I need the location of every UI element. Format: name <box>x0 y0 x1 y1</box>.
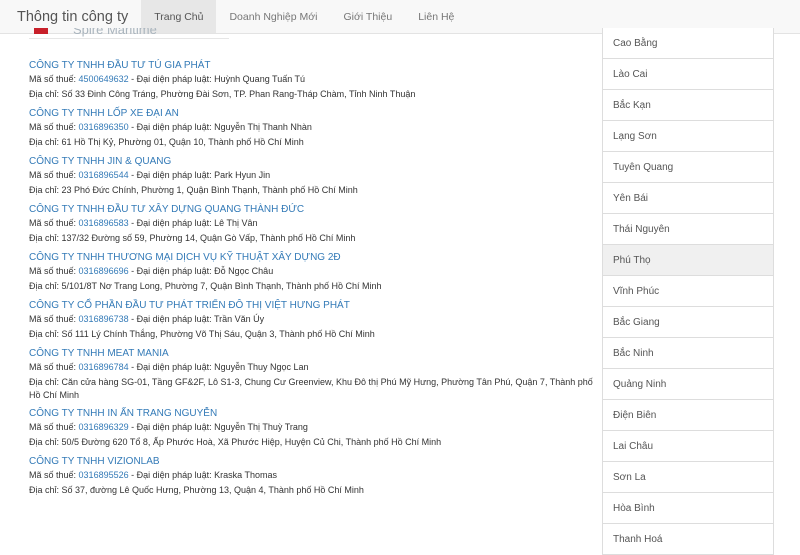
logo-mark <box>34 28 48 34</box>
tax-label: Mã số thuế: <box>29 314 77 324</box>
province-item[interactable]: Thái Nguyên <box>603 214 773 245</box>
province-item[interactable]: Điện Biên <box>603 400 773 431</box>
company-name-link[interactable]: CÔNG TY TNHH VIZIONLAB <box>29 455 594 468</box>
company-tax-line: Mã số thuế: 0316896784 - Đại diện pháp l… <box>29 360 594 375</box>
legal-representative: - Đại diện pháp luật: Trần Văn Úy <box>128 314 265 324</box>
company-name-link[interactable]: CÔNG TY TNHH IN ẤN TRANG NGUYỄN <box>29 407 594 420</box>
company-list: CÔNG TY TNHH ĐẦU TƯ TÚ GIA PHÁT Mã số thu… <box>29 59 594 503</box>
tax-label: Mã số thuế: <box>29 266 77 276</box>
tax-label: Mã số thuế: <box>29 218 77 228</box>
company-tax-line: Mã số thuế: 4500649632 - Đại diện pháp l… <box>29 72 594 87</box>
legal-representative: - Đại diện pháp luật: Kraska Thomas <box>128 470 278 480</box>
province-item[interactable]: Vĩnh Phúc <box>603 276 773 307</box>
company-name-link[interactable]: CÔNG TY TNHH ĐẦU TƯ TÚ GIA PHÁT <box>29 59 594 72</box>
nav-new-companies[interactable]: Doanh Nghiệp Mới <box>216 0 330 33</box>
province-item[interactable]: Lạng Sơn <box>603 121 773 152</box>
logo-text: Spire Maritime <box>73 28 157 37</box>
province-item[interactable]: Thanh Hoá <box>603 524 773 555</box>
company-address: Địa chỉ: 5/101/8T Nơ Trang Long, Phường … <box>29 281 382 291</box>
company-item: CÔNG TY TNHH THƯƠNG MẠI DỊCH VỤ KỸ THUẬT… <box>29 251 594 299</box>
legal-representative: - Đại diện pháp luật: Park Hyun Jin <box>128 170 271 180</box>
company-address: Địa chỉ: 23 Phó Đức Chính, Phường 1, Quậ… <box>29 185 358 195</box>
legal-representative: - Đại diện pháp luật: Lê Thị Vân <box>128 218 258 228</box>
company-address: Địa chỉ: Số 37, đường Lê Quốc Hưng, Phườ… <box>29 485 364 495</box>
tax-label: Mã số thuế: <box>29 170 77 180</box>
tax-code-link[interactable]: 0316896696 <box>79 266 129 276</box>
company-item: CÔNG TY TNHH ĐẦU TƯ TÚ GIA PHÁT Mã số thu… <box>29 59 594 107</box>
company-tax-line: Mã số thuế: 0316896350 - Đại diện pháp l… <box>29 120 594 135</box>
province-item[interactable]: Tuyên Quang <box>603 152 773 183</box>
company-address: Địa chỉ: Số 33 Đinh Công Tráng, Phường Đ… <box>29 89 416 99</box>
company-item: CÔNG TY TNHH MEAT MANIA Mã số thuế: 03168… <box>29 347 594 407</box>
company-name-link[interactable]: CÔNG TY TNHH ĐẦU TƯ XÂY DỰNG QUANG THÀNH… <box>29 203 594 216</box>
nav-contact[interactable]: Liên Hệ <box>405 0 467 33</box>
province-item[interactable]: Bắc Ninh <box>603 338 773 369</box>
tax-label: Mã số thuế: <box>29 470 77 480</box>
company-name-link[interactable]: CÔNG TY TNHH JIN & QUANG <box>29 155 594 168</box>
province-item[interactable]: Lào Cai <box>603 59 773 90</box>
company-name-link[interactable]: CÔNG TY TNHH LỐP XE ĐẠI AN <box>29 107 594 120</box>
company-address: Địa chỉ: 137/32 Đường số 59, Phường 14, … <box>29 233 356 243</box>
company-tax-line: Mã số thuế: 0316896329 - Đại diện pháp l… <box>29 420 594 435</box>
province-item[interactable]: Lai Châu <box>603 431 773 462</box>
company-name-link[interactable]: CÔNG TY TNHH THƯƠNG MẠI DỊCH VỤ KỸ THUẬT… <box>29 251 594 264</box>
tax-code-link[interactable]: 0316896350 <box>79 122 129 132</box>
divider <box>29 38 229 39</box>
company-item: CÔNG TY TNHH JIN & QUANG Mã số thuế: 0316… <box>29 155 594 203</box>
tax-label: Mã số thuế: <box>29 362 77 372</box>
company-item: CÔNG TY CỔ PHẦN ĐẦU TƯ PHÁT TRIỂN ĐÔ THỊ… <box>29 299 594 347</box>
province-item[interactable]: Bắc Kạn <box>603 90 773 121</box>
legal-representative: - Đại diện pháp luật: Huỳnh Quang Tuấn T… <box>128 74 306 84</box>
province-item[interactable]: Phú Thọ <box>603 245 773 276</box>
province-item[interactable]: Bắc Giang <box>603 307 773 338</box>
company-tax-line: Mã số thuế: 0316896696 - Đại diện pháp l… <box>29 264 594 279</box>
company-tax-line: Mã số thuế: 0316895526 - Đại diện pháp l… <box>29 468 594 483</box>
company-address: Địa chỉ: Số 111 Lý Chính Thắng, Phường V… <box>29 329 375 339</box>
company-address: Địa chỉ: 50/5 Đường 620 Tổ 8, Ấp Phước H… <box>29 437 442 447</box>
province-item[interactable]: Sơn La <box>603 462 773 493</box>
legal-representative: - Đại diện pháp luật: Nguyễn Thị Thanh N… <box>128 122 312 132</box>
tax-code-link[interactable]: 0316896738 <box>79 314 129 324</box>
company-address: Địa chỉ: Căn cửa hàng SG-01, Tầng GF&2F,… <box>29 377 593 400</box>
tax-code-link[interactable]: 0316896544 <box>79 170 129 180</box>
company-item: CÔNG TY TNHH VIZIONLAB Mã số thuế: 031689… <box>29 455 594 503</box>
province-item[interactable]: Cao Bằng <box>603 28 773 59</box>
tax-code-link[interactable]: 0316896329 <box>79 422 129 432</box>
tax-label: Mã số thuế: <box>29 122 77 132</box>
company-tax-line: Mã số thuế: 0316896738 - Đại diện pháp l… <box>29 312 594 327</box>
legal-representative: - Đại diện pháp luật: Đỗ Ngọc Châu <box>128 266 274 276</box>
company-name-link[interactable]: CÔNG TY TNHH MEAT MANIA <box>29 347 594 360</box>
tax-label: Mã số thuế: <box>29 74 77 84</box>
company-item: CÔNG TY TNHH ĐẦU TƯ XÂY DỰNG QUANG THÀNH… <box>29 203 594 251</box>
company-tax-line: Mã số thuế: 0316896544 - Đại diện pháp l… <box>29 168 594 183</box>
tax-code-link[interactable]: 0316896583 <box>79 218 129 228</box>
tax-code-link[interactable]: 0316896784 <box>79 362 129 372</box>
company-address: Địa chỉ: 61 Hồ Thị Kỷ, Phường 01, Quận 1… <box>29 137 304 147</box>
province-item[interactable]: Quảng Ninh <box>603 369 773 400</box>
company-name-link[interactable]: CÔNG TY CỔ PHẦN ĐẦU TƯ PHÁT TRIỂN ĐÔ THỊ… <box>29 299 594 312</box>
tax-code-link[interactable]: 4500649632 <box>79 74 129 84</box>
legal-representative: - Đại diện pháp luật: Nguyễn Thuy Ngọc L… <box>128 362 309 372</box>
province-sidebar: Cao Bằng Lào Cai Bắc Kạn Lạng Sơn Tuyên Quan… <box>602 28 774 555</box>
nav-about[interactable]: Giới Thiệu <box>330 0 405 33</box>
tax-label: Mã số thuế: <box>29 422 77 432</box>
company-item: CÔNG TY TNHH IN ẤN TRANG NGUYỄN Mã số thu… <box>29 407 594 455</box>
province-item[interactable]: Hòa Bình <box>603 493 773 524</box>
partial-banner-logo: Spire Maritime <box>29 28 229 40</box>
company-tax-line: Mã số thuế: 0316896583 - Đại diện pháp l… <box>29 216 594 231</box>
legal-representative: - Đại diện pháp luật: Nguyễn Thị Thuỳ Tr… <box>128 422 308 432</box>
province-item[interactable]: Yên Bái <box>603 183 773 214</box>
tax-code-link[interactable]: 0316895526 <box>79 470 129 480</box>
company-item: CÔNG TY TNHH LỐP XE ĐẠI AN Mã số thuế: 03… <box>29 107 594 155</box>
